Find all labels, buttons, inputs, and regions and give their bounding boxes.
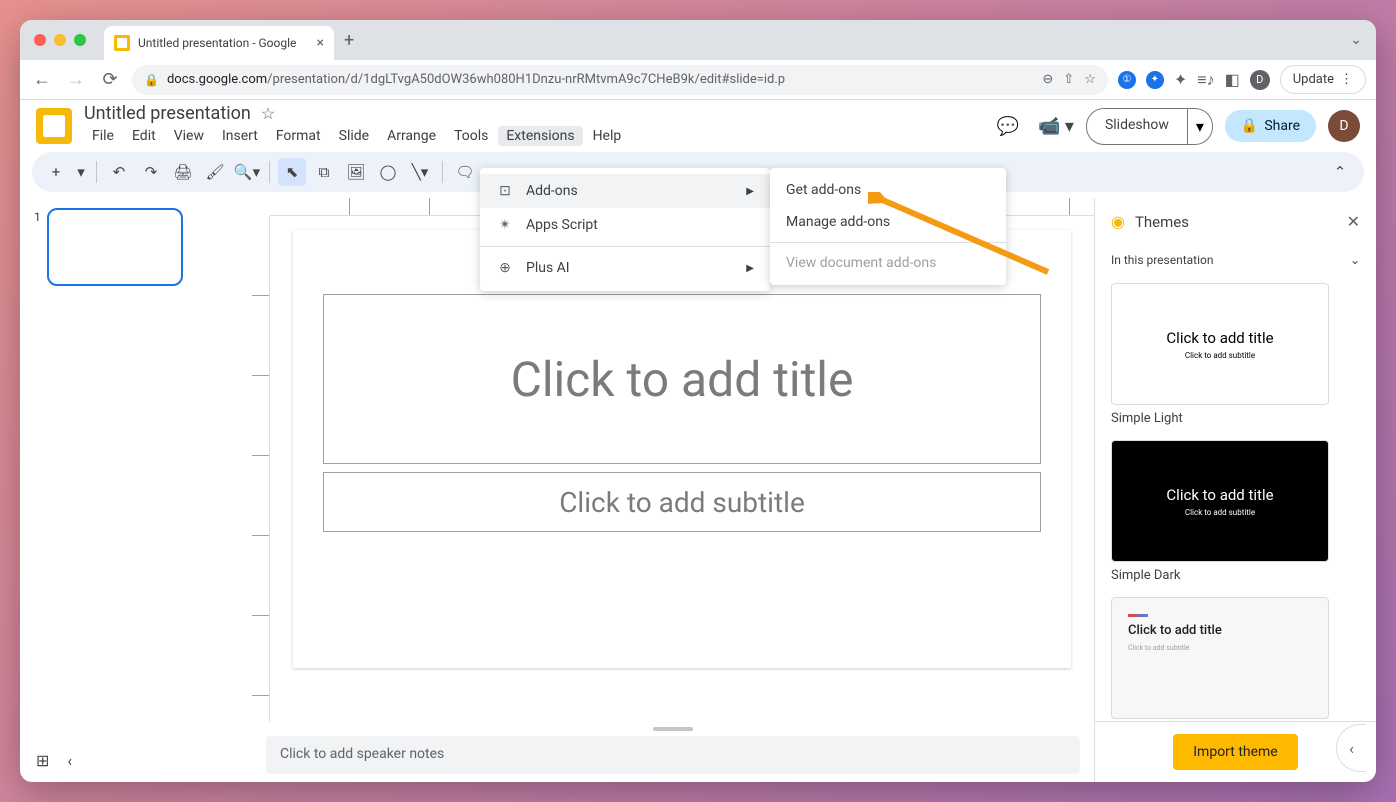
menu-apps-script[interactable]: ✴ Apps Script xyxy=(480,208,770,242)
submenu-arrow-icon: ▶ xyxy=(746,263,754,274)
menu-file[interactable]: File xyxy=(84,126,122,146)
filmstrip-collapse-button[interactable]: ‹ xyxy=(67,751,72,770)
tabs-dropdown-button[interactable]: ⌄ xyxy=(1350,32,1362,48)
theme-simple-dark[interactable]: Click to add title Click to add subtitle… xyxy=(1111,440,1360,583)
undo-button[interactable]: ↶ xyxy=(105,158,133,186)
share-button[interactable]: 🔒 Share xyxy=(1225,110,1316,142)
themes-panel: ◉ Themes ✕ In this presentation⌄ Click t… xyxy=(1094,198,1376,782)
subtitle-placeholder[interactable]: Click to add subtitle xyxy=(323,472,1041,532)
address-bar[interactable]: 🔒 docs.google.com/presentation/d/1dgLTvg… xyxy=(132,65,1108,95)
back-button[interactable]: ← xyxy=(30,68,54,92)
slide-thumbnail-1[interactable] xyxy=(47,208,183,286)
menu-view[interactable]: View xyxy=(166,126,212,146)
addons-submenu: Get add-ons Manage add-ons View document… xyxy=(770,168,1006,285)
extension-icon[interactable]: ✦ xyxy=(1146,71,1164,89)
print-button[interactable]: 🖨 xyxy=(169,158,197,186)
image-tool[interactable]: 🖼 xyxy=(342,158,370,186)
themes-section-toggle[interactable]: In this presentation⌄ xyxy=(1095,245,1376,275)
comments-button[interactable]: 💬 xyxy=(990,108,1026,144)
star-button[interactable]: ☆ xyxy=(261,104,275,123)
menu-slide[interactable]: Slide xyxy=(331,126,377,146)
lock-icon: 🔒 xyxy=(144,73,159,87)
extensions-puzzle-icon[interactable]: ✦ xyxy=(1174,70,1187,89)
menu-get-addons[interactable]: Get add-ons xyxy=(770,174,1006,206)
maximize-window-button[interactable] xyxy=(74,34,86,46)
meet-button[interactable]: 📹 ▾ xyxy=(1038,108,1074,144)
plus-ai-icon: ⊕ xyxy=(496,259,514,277)
menu-manage-addons[interactable]: Manage add-ons xyxy=(770,206,1006,238)
theme-simple-light[interactable]: Click to add title Click to add subtitle… xyxy=(1111,283,1360,426)
vertical-ruler xyxy=(252,216,270,722)
menu-tools[interactable]: Tools xyxy=(446,126,496,146)
extension-1password-icon[interactable]: ① xyxy=(1118,71,1136,89)
slides-logo[interactable] xyxy=(36,108,72,144)
side-panel-icon[interactable]: ◧ xyxy=(1225,70,1240,89)
collapse-toolbar-button[interactable]: ⌃ xyxy=(1326,158,1354,186)
document-title[interactable]: Untitled presentation xyxy=(84,103,251,124)
window-titlebar: Untitled presentation - Google × + ⌄ xyxy=(20,20,1376,60)
slide-number: 1 xyxy=(34,208,41,286)
comment-add-button[interactable]: 🗨 xyxy=(451,158,479,186)
themes-title: Themes xyxy=(1135,213,1337,231)
forward-button[interactable]: → xyxy=(64,68,88,92)
grid-view-button[interactable]: ⊞ xyxy=(36,751,49,770)
profile-avatar[interactable]: D xyxy=(1250,70,1270,90)
menu-edit[interactable]: Edit xyxy=(124,126,164,146)
addons-icon: ⊡ xyxy=(496,182,514,200)
paint-format-button[interactable]: 🖌 xyxy=(201,158,229,186)
slideshow-dropdown[interactable]: ▾ xyxy=(1188,108,1213,145)
select-tool[interactable]: ⬉ xyxy=(278,158,306,186)
filmstrip: 1 xyxy=(20,198,252,782)
new-slide-button[interactable]: + xyxy=(42,158,70,186)
menu-format[interactable]: Format xyxy=(268,126,329,146)
menu-view-document-addons: View document add-ons xyxy=(770,247,1006,279)
line-tool[interactable]: ╲▾ xyxy=(406,158,434,186)
new-slide-dropdown[interactable]: ▾ xyxy=(74,158,88,186)
menu-insert[interactable]: Insert xyxy=(214,126,266,146)
browser-toolbar: ← → ⟳ 🔒 docs.google.com/presentation/d/1… xyxy=(20,60,1376,100)
menu-plus-ai[interactable]: ⊕ Plus AI ▶ xyxy=(480,251,770,285)
zoom-button[interactable]: 🔍▾ xyxy=(233,158,261,186)
themes-icon: ◉ xyxy=(1111,212,1125,231)
tab-title: Untitled presentation - Google xyxy=(138,36,309,50)
redo-button[interactable]: ↷ xyxy=(137,158,165,186)
url-text: docs.google.com/presentation/d/1dgLTvgA5… xyxy=(167,72,785,87)
reload-button[interactable]: ⟳ xyxy=(98,68,122,92)
new-tab-button[interactable]: + xyxy=(344,30,354,51)
extensions-menu: ⊡ Add-ons ▶ ✴ Apps Script ⊕ Plus AI ▶ xyxy=(480,168,770,291)
menu-extensions[interactable]: Extensions xyxy=(498,126,582,146)
minimize-window-button[interactable] xyxy=(54,34,66,46)
update-browser-button[interactable]: Update⋮ xyxy=(1280,65,1366,94)
menu-bar: File Edit View Insert Format Slide Arran… xyxy=(84,124,629,150)
account-avatar[interactable]: D xyxy=(1328,110,1360,142)
bookmark-icon[interactable]: ☆ xyxy=(1084,72,1096,87)
close-window-button[interactable] xyxy=(34,34,46,46)
share-url-icon[interactable]: ⇧ xyxy=(1063,72,1074,87)
title-placeholder[interactable]: Click to add title xyxy=(323,294,1041,464)
reading-list-icon[interactable]: ≡♪ xyxy=(1197,70,1214,90)
app-header: Untitled presentation ☆ File Edit View I… xyxy=(20,100,1376,148)
import-theme-button[interactable]: Import theme xyxy=(1173,734,1298,770)
lock-icon: 🔒 xyxy=(1241,118,1258,134)
close-tab-button[interactable]: × xyxy=(317,35,324,51)
menu-help[interactable]: Help xyxy=(585,126,630,146)
shape-tool[interactable]: ◯ xyxy=(374,158,402,186)
theme-streamline[interactable]: Click to add title Click to add subtitle… xyxy=(1111,597,1360,721)
slide-canvas[interactable]: Click to add title Click to add subtitle xyxy=(293,230,1071,668)
submenu-arrow-icon: ▶ xyxy=(746,186,754,197)
close-themes-button[interactable]: ✕ xyxy=(1347,212,1360,231)
slideshow-button[interactable]: Slideshow xyxy=(1086,108,1188,145)
slides-favicon xyxy=(114,35,130,51)
apps-script-icon: ✴ xyxy=(496,216,514,234)
textbox-tool[interactable]: ⧉ xyxy=(310,158,338,186)
menu-addons[interactable]: ⊡ Add-ons ▶ xyxy=(480,174,770,208)
notes-resize-handle[interactable] xyxy=(252,722,1094,736)
menu-arrange[interactable]: Arrange xyxy=(379,126,444,146)
speaker-notes[interactable]: Click to add speaker notes xyxy=(266,736,1080,774)
browser-tab[interactable]: Untitled presentation - Google × xyxy=(104,26,334,60)
zoom-icon[interactable]: ⊖ xyxy=(1042,72,1053,87)
